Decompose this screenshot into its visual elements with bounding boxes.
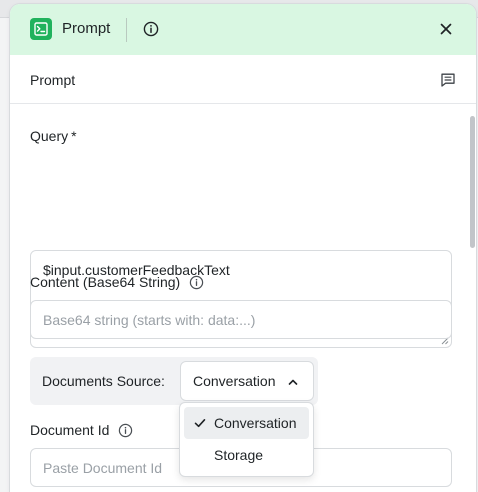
documents-source-select[interactable]: Conversation bbox=[180, 361, 314, 401]
dropdown-option-label: Storage bbox=[214, 447, 264, 463]
info-icon[interactable] bbox=[188, 274, 204, 290]
content-label: Content (Base64 String) bbox=[30, 274, 204, 290]
scrollbar-thumb[interactable] bbox=[470, 116, 475, 248]
form-scroll-area[interactable]: Query * $input.customerFeedbackText Cont… bbox=[10, 104, 476, 492]
dropdown-option-conversation[interactable]: Conversation bbox=[184, 407, 309, 439]
content-label-text: Content (Base64 String) bbox=[30, 274, 181, 290]
comment-icon[interactable] bbox=[440, 72, 456, 88]
documents-source-label: Documents Source: bbox=[42, 373, 165, 389]
dropdown-option-storage[interactable]: Storage bbox=[184, 439, 309, 471]
documents-source-dropdown: Conversation Storage bbox=[179, 402, 314, 477]
query-label: Query * bbox=[30, 128, 77, 144]
chevron-up-icon bbox=[288, 379, 298, 385]
header-divider bbox=[126, 18, 127, 42]
documents-source-row: Documents Source: Conversation bbox=[30, 357, 318, 405]
check-icon bbox=[194, 419, 206, 428]
query-label-text: Query bbox=[30, 128, 69, 144]
document-id-placeholder: Paste Document Id bbox=[43, 459, 163, 476]
section-title: Prompt bbox=[30, 72, 76, 88]
document-id-label: Document Id bbox=[30, 422, 133, 438]
required-mark: * bbox=[71, 128, 77, 144]
section-bar: Prompt bbox=[10, 55, 476, 104]
panel-title: Prompt bbox=[62, 20, 111, 37]
content-placeholder: Base64 string (starts with: data:...) bbox=[43, 311, 256, 328]
panel-header: Prompt bbox=[10, 4, 476, 55]
content-input[interactable]: Base64 string (starts with: data:...) bbox=[30, 300, 452, 339]
documents-source-value: Conversation bbox=[193, 373, 276, 389]
prompt-node-icon bbox=[30, 18, 52, 40]
info-icon[interactable] bbox=[117, 422, 133, 438]
document-id-label-text: Document Id bbox=[30, 422, 110, 438]
prompt-node-panel: Prompt Prompt Query * $input.customerFee… bbox=[10, 4, 476, 492]
dropdown-option-label: Conversation bbox=[214, 415, 297, 431]
info-icon[interactable] bbox=[142, 20, 160, 38]
close-icon[interactable] bbox=[436, 19, 456, 39]
